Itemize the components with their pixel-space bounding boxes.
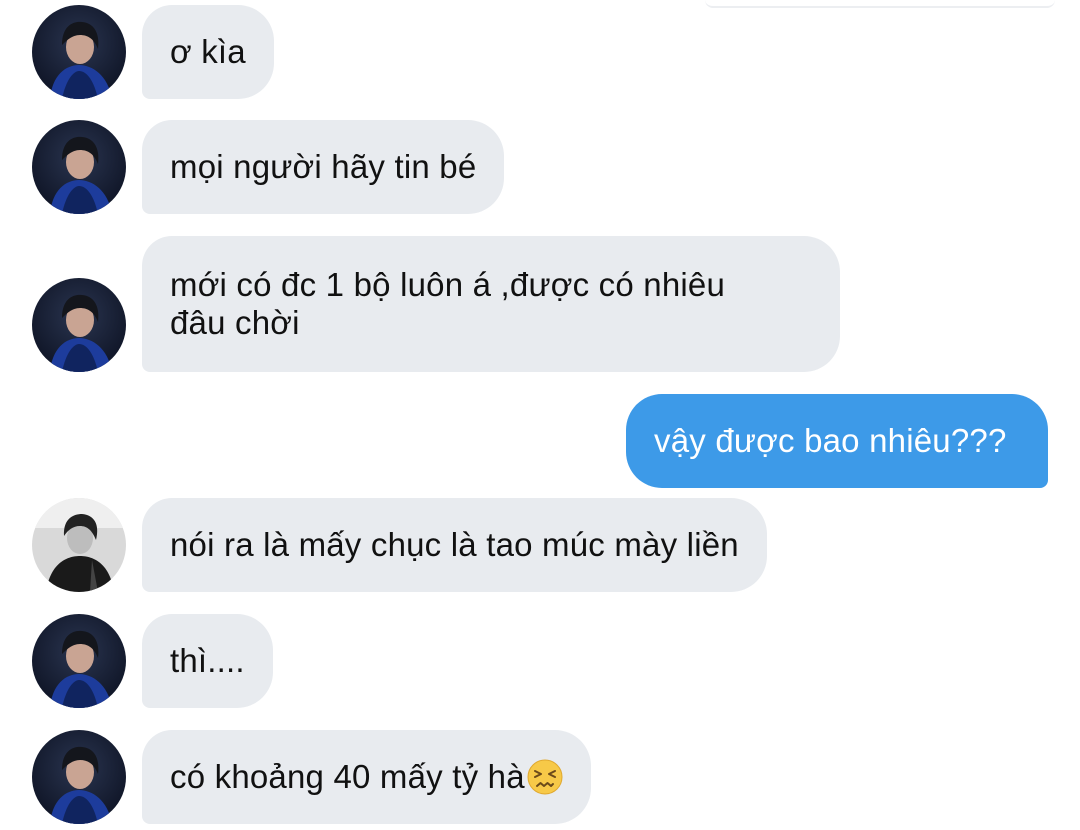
message-bubble[interactable]: mới có đc 1 bộ luôn á ,được có nhiêu đâu…	[142, 236, 840, 372]
avatar[interactable]	[32, 5, 126, 99]
message-text-line: đâu chời	[170, 304, 300, 341]
message-bubble[interactable]: mọi người hãy tin bé	[142, 120, 505, 214]
avatar[interactable]	[32, 614, 126, 708]
message-text: có khoảng 40 mấy tỷ hà	[170, 758, 525, 795]
message-text-line: mới có đc 1 bộ luôn á ,được có nhiêu	[170, 266, 726, 303]
avatar-photo-icon	[32, 120, 126, 214]
message-text: mọi người hãy tin bé	[170, 148, 477, 185]
chat-thread: ơ kìa mọi người hãy tin bé mới có đc 1 b…	[0, 0, 1080, 830]
avatar-photo-icon	[32, 498, 126, 592]
avatar-photo-icon	[32, 278, 126, 372]
avatar-photo-icon	[32, 730, 126, 824]
message-bubble-outgoing[interactable]: vậy được bao nhiêu???	[626, 394, 1048, 488]
avatar-photo-icon	[32, 614, 126, 708]
message-bubble[interactable]: nói ra là mấy chục là tao múc mày liền	[142, 498, 767, 592]
avatar[interactable]	[32, 120, 126, 214]
message-text: nói ra là mấy chục là tao múc mày liền	[170, 526, 739, 563]
avatar[interactable]	[32, 278, 126, 372]
avatar[interactable]	[32, 730, 126, 824]
message-bubble[interactable]: ơ kìa	[142, 5, 274, 99]
avatar-photo-icon	[32, 5, 126, 99]
confounded-face-icon	[527, 759, 563, 795]
message-bubble[interactable]: thì....	[142, 614, 273, 708]
message-text: vậy được bao nhiêu???	[654, 422, 1007, 459]
previous-bubble-edge	[705, 0, 1055, 8]
message-bubble[interactable]: có khoảng 40 mấy tỷ hà	[142, 730, 591, 824]
message-text: thì....	[170, 642, 245, 679]
avatar[interactable]	[32, 498, 126, 592]
message-text: ơ kìa	[170, 33, 246, 70]
